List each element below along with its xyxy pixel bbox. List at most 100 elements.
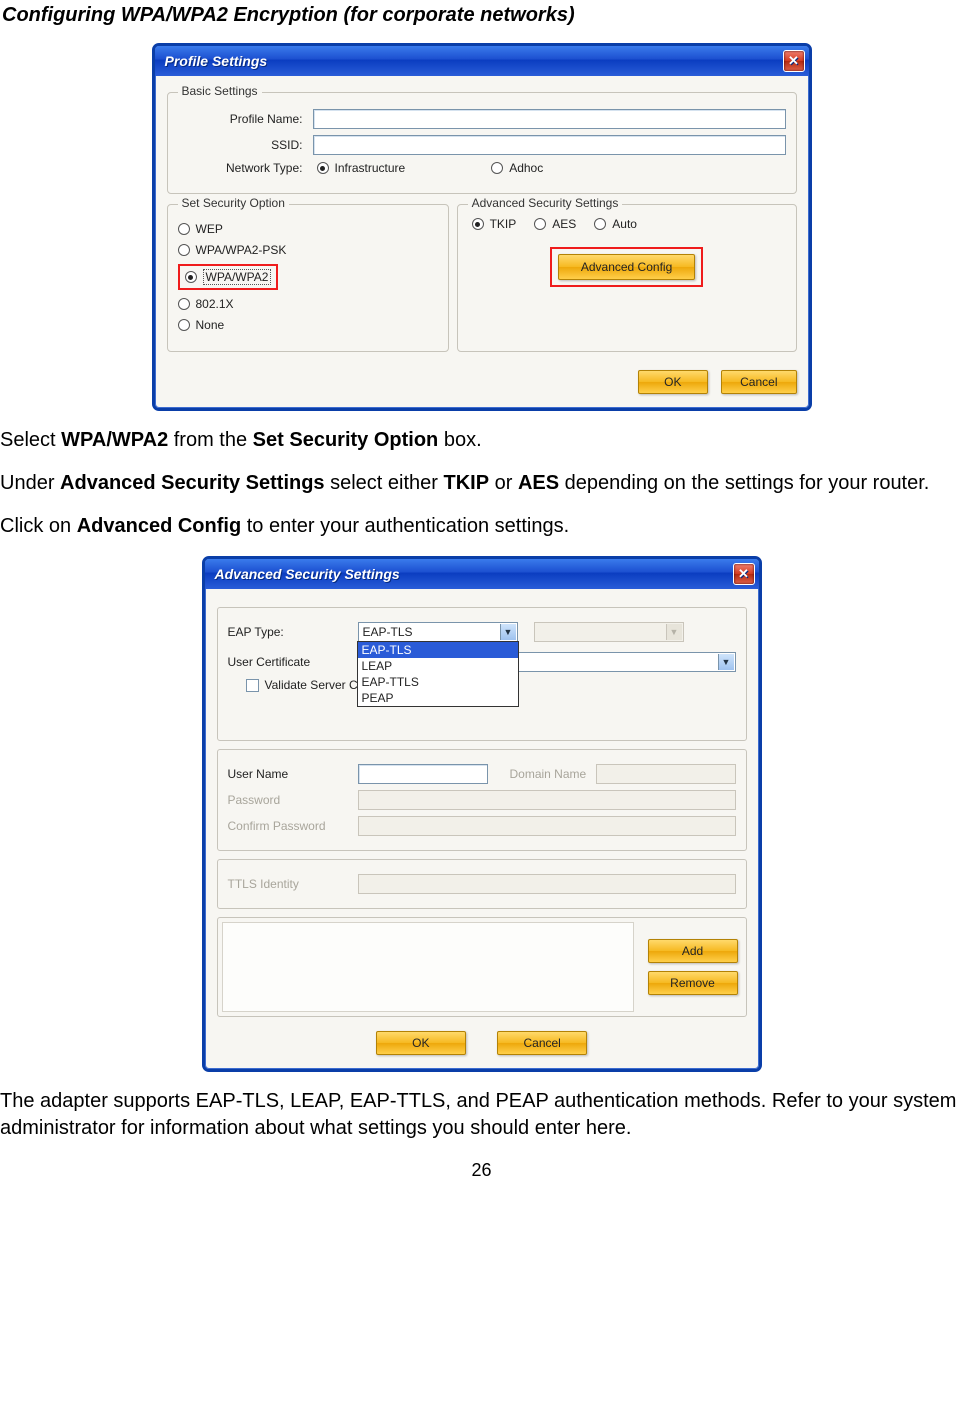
eap-option-peap[interactable]: PEAP xyxy=(358,690,518,706)
network-type-adhoc[interactable]: Adhoc xyxy=(491,161,543,175)
eap-option-leap[interactable]: LEAP xyxy=(358,658,518,674)
security-option-group: Set Security Option WEP WPA/WPA2-PSK WPA… xyxy=(167,204,449,352)
profile-settings-window: Profile Settings ✕ Basic Settings Profil… xyxy=(152,43,812,411)
chevron-down-icon: ▼ xyxy=(500,624,516,640)
text-bold: TKIP xyxy=(444,472,490,494)
radio-icon xyxy=(178,298,190,310)
none-label: None xyxy=(196,318,225,332)
basic-settings-legend: Basic Settings xyxy=(178,84,262,98)
domain-name-input xyxy=(596,764,735,784)
ttls-identity-label: TTLS Identity xyxy=(228,877,358,891)
validate-server-checkbox[interactable] xyxy=(246,679,259,692)
eap-type-select[interactable]: EAP-TLS ▼ xyxy=(358,622,518,642)
cancel-button[interactable]: Cancel xyxy=(497,1031,587,1055)
text: box. xyxy=(438,429,481,451)
radio-icon xyxy=(178,319,190,331)
advanced-security-group: Advanced Security Settings TKIP AES Auto… xyxy=(457,204,797,352)
adhoc-label: Adhoc xyxy=(509,161,543,175)
dot1x-label: 802.1X xyxy=(196,297,234,311)
profile-name-label: Profile Name: xyxy=(178,112,313,126)
highlight-box: Advanced Config xyxy=(550,247,703,287)
user-certificate-label: User Certificate xyxy=(228,655,358,669)
radio-icon xyxy=(317,162,329,174)
text-bold: WPA/WPA2 xyxy=(61,429,168,451)
advanced-config-button[interactable]: Advanced Config xyxy=(558,254,695,280)
user-name-input[interactable] xyxy=(358,764,488,784)
text-bold: AES xyxy=(518,472,559,494)
eap-option-eap-tls[interactable]: EAP-TLS xyxy=(358,642,518,658)
titlebar: Profile Settings ✕ xyxy=(155,46,809,76)
profile-name-input[interactable] xyxy=(313,109,786,129)
instruction-paragraph-1: Select WPA/WPA2 from the Set Security Op… xyxy=(0,427,963,454)
cipher-aes[interactable]: AES xyxy=(534,217,576,231)
radio-icon xyxy=(178,244,190,256)
basic-settings-group: Basic Settings Profile Name: SSID: Netwo… xyxy=(167,92,797,194)
chevron-down-icon: ▼ xyxy=(666,624,682,640)
text: from the xyxy=(168,429,252,451)
security-wpapsk[interactable]: WPA/WPA2-PSK xyxy=(178,243,438,257)
section-heading: Configuring WPA/WPA2 Encryption (for cor… xyxy=(0,4,963,27)
highlight-box: WPA/WPA2 xyxy=(178,264,279,290)
add-button[interactable]: Add xyxy=(648,939,738,963)
wpapsk-label: WPA/WPA2-PSK xyxy=(196,243,287,257)
eap-type-value: EAP-TLS xyxy=(363,625,413,639)
remove-button[interactable]: Remove xyxy=(648,971,738,995)
text: depending on the settings for your route… xyxy=(559,472,929,494)
text-bold: Advanced Config xyxy=(77,515,241,537)
text: to enter your authentication settings. xyxy=(241,515,569,537)
ssid-input[interactable] xyxy=(313,135,786,155)
text-bold: Set Security Option xyxy=(253,429,439,451)
network-type-label: Network Type: xyxy=(178,161,313,175)
auto-label: Auto xyxy=(612,217,637,231)
wpa-label: WPA/WPA2 xyxy=(203,269,272,285)
network-type-infrastructure[interactable]: Infrastructure xyxy=(317,161,406,175)
radio-icon xyxy=(178,223,190,235)
security-none[interactable]: None xyxy=(178,318,438,332)
chevron-down-icon: ▼ xyxy=(718,654,734,670)
ttls-identity-input xyxy=(358,874,736,894)
instruction-paragraph-2: Under Advanced Security Settings select … xyxy=(0,470,963,497)
close-icon[interactable]: ✕ xyxy=(733,563,755,585)
close-icon[interactable]: ✕ xyxy=(783,50,805,72)
domain-name-label: Domain Name xyxy=(510,767,587,781)
advanced-security-legend: Advanced Security Settings xyxy=(468,196,623,210)
user-name-label: User Name xyxy=(228,767,358,781)
text: select either xyxy=(325,472,444,494)
radio-icon xyxy=(594,218,606,230)
security-wep[interactable]: WEP xyxy=(178,222,438,236)
cipher-auto[interactable]: Auto xyxy=(594,217,637,231)
wep-label: WEP xyxy=(196,222,223,236)
security-8021x[interactable]: 802.1X xyxy=(178,297,438,311)
cipher-tkip[interactable]: TKIP xyxy=(472,217,517,231)
ok-button[interactable]: OK xyxy=(638,370,708,394)
eap-panel: EAP Type: EAP-TLS ▼ EAP-TLS LEAP EAP-TTL… xyxy=(217,607,747,741)
validate-server-label: Validate Server Cer xyxy=(265,678,369,692)
security-option-legend: Set Security Option xyxy=(178,196,289,210)
certificate-list-panel: Add Remove xyxy=(217,917,747,1017)
eap-option-eap-ttls[interactable]: EAP-TTLS xyxy=(358,674,518,690)
eap-type-label: EAP Type: xyxy=(228,625,358,639)
infrastructure-label: Infrastructure xyxy=(335,161,406,175)
text: or xyxy=(489,472,518,494)
instruction-paragraph-4: The adapter supports EAP-TLS, LEAP, EAP-… xyxy=(0,1088,963,1142)
cancel-button[interactable]: Cancel xyxy=(721,370,796,394)
radio-icon xyxy=(185,271,197,283)
radio-icon xyxy=(472,218,484,230)
ttls-panel: TTLS Identity xyxy=(217,859,747,909)
radio-icon xyxy=(534,218,546,230)
text: Under xyxy=(0,472,60,494)
eap-subtype-select: ▼ xyxy=(534,622,684,642)
tkip-label: TKIP xyxy=(490,217,517,231)
confirm-password-label: Confirm Password xyxy=(228,819,358,833)
titlebar: Advanced Security Settings ✕ xyxy=(205,559,759,589)
window-title: Advanced Security Settings xyxy=(215,566,400,582)
security-wpa[interactable]: WPA/WPA2 xyxy=(178,264,438,290)
confirm-password-input xyxy=(358,816,736,836)
ok-button[interactable]: OK xyxy=(376,1031,466,1055)
advanced-security-window: Advanced Security Settings ✕ EAP Type: E… xyxy=(202,556,762,1072)
eap-type-dropdown: EAP-TLS LEAP EAP-TTLS PEAP xyxy=(357,641,519,707)
password-input xyxy=(358,790,736,810)
certificate-listbox[interactable] xyxy=(222,922,634,1012)
ssid-label: SSID: xyxy=(178,138,313,152)
password-label: Password xyxy=(228,793,358,807)
